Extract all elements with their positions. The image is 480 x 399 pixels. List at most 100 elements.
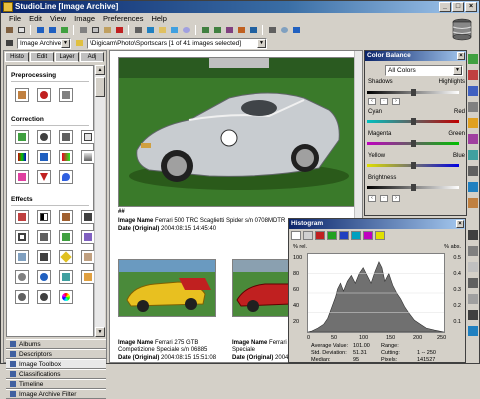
color-correct-icon[interactable] bbox=[15, 130, 29, 144]
scroll-down-icon[interactable]: ▼ bbox=[95, 327, 105, 337]
up-folder-icon[interactable] bbox=[74, 38, 84, 48]
mirror-icon[interactable] bbox=[224, 25, 234, 35]
close-icon[interactable]: × bbox=[456, 220, 464, 228]
shadows-slider[interactable] bbox=[367, 89, 459, 96]
nav-item-image-archive-filter[interactable]: Image Archive Filter bbox=[6, 389, 106, 399]
slider-knob[interactable] bbox=[411, 118, 416, 125]
diamond-icon[interactable] bbox=[59, 250, 73, 264]
histogram-tool-icon[interactable] bbox=[468, 230, 478, 240]
reset-button[interactable]: · bbox=[380, 98, 388, 105]
up-icon[interactable] bbox=[59, 25, 69, 35]
web-icon[interactable] bbox=[169, 25, 179, 35]
brightness-slider[interactable] bbox=[367, 184, 459, 191]
tab-histo[interactable]: Histo bbox=[5, 52, 29, 62]
yellow-blue-slider[interactable] bbox=[367, 162, 459, 169]
frame-icon[interactable] bbox=[15, 230, 29, 244]
export-icon[interactable] bbox=[145, 25, 155, 35]
vignette-icon[interactable] bbox=[15, 270, 29, 284]
resize-icon[interactable] bbox=[248, 25, 258, 35]
scroll-up-icon[interactable]: ▲ bbox=[95, 65, 105, 75]
red-channel-icon[interactable] bbox=[315, 231, 325, 240]
rotate-right-icon[interactable] bbox=[212, 25, 222, 35]
magenta-channel-icon[interactable] bbox=[363, 231, 373, 240]
slider-knob[interactable] bbox=[411, 140, 416, 147]
nav-item-descriptors[interactable]: Descriptors bbox=[6, 349, 106, 359]
mosaic-icon[interactable] bbox=[59, 270, 73, 284]
luminance-icon[interactable] bbox=[291, 231, 301, 240]
tool-icon[interactable] bbox=[468, 262, 478, 272]
channel-select[interactable]: All Colors ▼ bbox=[385, 65, 463, 76]
back-icon[interactable] bbox=[35, 25, 45, 35]
brightness-icon[interactable] bbox=[37, 130, 51, 144]
menu-file[interactable]: File bbox=[5, 14, 25, 23]
spectrum-icon[interactable] bbox=[59, 290, 73, 304]
tool-icon[interactable] bbox=[468, 326, 478, 336]
glow-icon[interactable] bbox=[81, 270, 95, 284]
tab-adj[interactable]: Adj bbox=[80, 52, 104, 62]
grid-icon[interactable] bbox=[303, 231, 313, 240]
green-channel-icon[interactable] bbox=[327, 231, 337, 240]
archive-icon[interactable] bbox=[4, 25, 14, 35]
cyan-red-slider[interactable] bbox=[367, 118, 459, 125]
tool-icon[interactable] bbox=[468, 246, 478, 256]
path-select[interactable]: \Digicam\Photo\Sportscars [1 of 41 image… bbox=[87, 37, 267, 49]
tool-icon[interactable] bbox=[468, 166, 478, 176]
forward-icon[interactable] bbox=[47, 25, 57, 35]
tool-icon[interactable] bbox=[468, 86, 478, 96]
negative-icon[interactable] bbox=[81, 210, 95, 224]
red-triangle-icon[interactable] bbox=[37, 170, 51, 184]
chevron-down-icon[interactable]: ▼ bbox=[257, 38, 266, 48]
slider-knob[interactable] bbox=[411, 89, 416, 96]
red-eye-icon[interactable] bbox=[37, 88, 51, 102]
increase-button[interactable]: › bbox=[392, 98, 400, 105]
color-grid-icon[interactable] bbox=[15, 150, 29, 164]
sepia-icon[interactable] bbox=[59, 210, 73, 224]
tool-icon[interactable] bbox=[468, 118, 478, 128]
auto-fix-icon[interactable] bbox=[15, 88, 29, 102]
color-balance-tool-icon[interactable] bbox=[468, 54, 478, 64]
tool-icon[interactable] bbox=[468, 70, 478, 80]
sharpen-icon[interactable] bbox=[37, 150, 51, 164]
cd-icon[interactable] bbox=[181, 25, 191, 35]
tool-icon[interactable] bbox=[468, 294, 478, 304]
close-button[interactable]: × bbox=[465, 2, 477, 12]
blue-channel-icon[interactable] bbox=[339, 231, 349, 240]
tab-layer[interactable]: Layer bbox=[55, 52, 79, 62]
yellow-channel-icon[interactable] bbox=[375, 231, 385, 240]
tool-icon[interactable] bbox=[468, 102, 478, 112]
emboss-icon[interactable] bbox=[37, 230, 51, 244]
nav-item-classifications[interactable]: Classifications bbox=[6, 369, 106, 379]
levels-icon[interactable] bbox=[81, 130, 95, 144]
print-icon[interactable] bbox=[133, 25, 143, 35]
histogram-graph[interactable] bbox=[307, 253, 445, 333]
image-thumbnail[interactable] bbox=[118, 259, 216, 317]
zoom-icon[interactable] bbox=[279, 25, 289, 35]
swirl-icon[interactable] bbox=[15, 290, 29, 304]
magenta-green-slider[interactable] bbox=[367, 140, 459, 147]
drop-icon[interactable] bbox=[59, 170, 73, 184]
email-icon[interactable] bbox=[157, 25, 167, 35]
rgb-icon[interactable] bbox=[15, 170, 29, 184]
toolbox-scrollbar[interactable]: ▲ ▼ bbox=[94, 65, 105, 337]
menu-help[interactable]: Help bbox=[147, 14, 170, 23]
tool-icon[interactable] bbox=[468, 182, 478, 192]
tool-icon[interactable] bbox=[468, 310, 478, 320]
copy-icon[interactable] bbox=[90, 25, 100, 35]
reset-button[interactable]: · bbox=[380, 195, 388, 202]
chevron-down-icon[interactable]: ▼ bbox=[453, 66, 462, 75]
calendar-icon[interactable] bbox=[16, 25, 26, 35]
selected-image-thumbnail[interactable] bbox=[118, 57, 362, 207]
paint-effect-icon[interactable] bbox=[81, 230, 95, 244]
blur-icon[interactable] bbox=[15, 250, 29, 264]
tab-edit[interactable]: Edit bbox=[30, 52, 54, 62]
nav-item-timeline[interactable]: Timeline bbox=[6, 379, 106, 389]
decrease-button[interactable]: ‹ bbox=[368, 98, 376, 105]
black-white-icon[interactable] bbox=[37, 210, 51, 224]
delete-icon[interactable] bbox=[114, 25, 124, 35]
menu-preferences[interactable]: Preferences bbox=[99, 14, 147, 23]
tool-icon[interactable] bbox=[468, 278, 478, 288]
view-icon[interactable] bbox=[267, 25, 277, 35]
scroll-thumb[interactable] bbox=[95, 77, 105, 97]
grid-view-icon[interactable] bbox=[4, 38, 14, 48]
increase-button[interactable]: › bbox=[392, 195, 400, 202]
